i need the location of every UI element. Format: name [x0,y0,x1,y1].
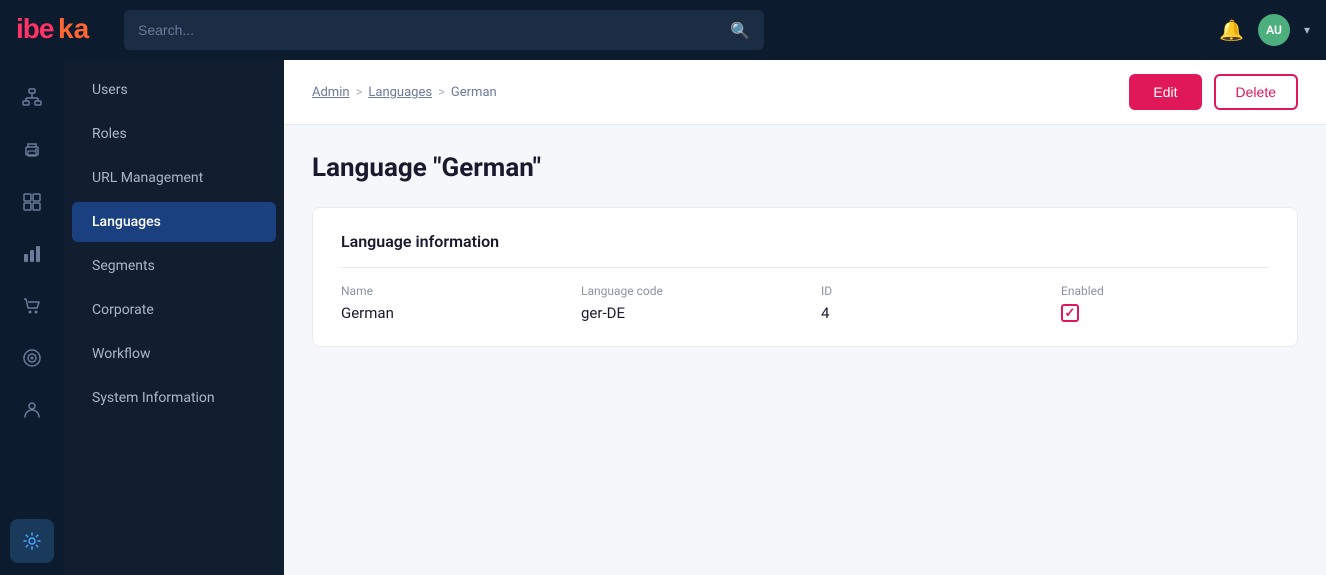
search-icon: 🔍 [730,21,750,40]
search-bar[interactable]: 🔍 [124,10,764,50]
code-value: ger-DE [581,304,781,322]
checkmark-icon: ✓ [1065,306,1076,321]
nav-item-system-information[interactable]: System Information [72,378,276,418]
chevron-down-icon[interactable]: ▾ [1304,23,1310,37]
info-field-name: Name German [341,284,541,322]
avatar[interactable]: AU [1258,14,1290,46]
sidebar-icon-target[interactable] [10,336,54,380]
content-header: Admin > Languages > German Edit Delete [284,60,1326,125]
sidebar-icon-org-chart[interactable] [10,76,54,120]
id-label: ID [821,284,1021,298]
icon-sidebar [0,60,64,575]
logo: ibe ka [16,14,96,46]
info-field-code: Language code ger-DE [581,284,781,322]
language-info-card: Language information Name German Languag… [312,207,1298,347]
id-value: 4 [821,304,1021,322]
sidebar-icon-settings[interactable] [10,519,54,563]
sidebar-icon-printer[interactable] [10,128,54,172]
nav-item-users[interactable]: Users [72,70,276,110]
nav-item-roles[interactable]: Roles [72,114,276,154]
breadcrumb: Admin > Languages > German [312,85,497,100]
breadcrumb-sep-1: > [356,85,363,100]
svg-text:ibe: ibe [16,14,54,44]
name-value: German [341,304,541,322]
breadcrumb-languages[interactable]: Languages [368,85,432,100]
sidebar-icon-chart[interactable] [10,232,54,276]
code-label: Language code [581,284,781,298]
info-field-enabled: Enabled ✓ [1061,284,1261,322]
nav-item-url-management[interactable]: URL Management [72,158,276,198]
breadcrumb-current: German [451,85,497,100]
nav-item-workflow[interactable]: Workflow [72,334,276,374]
sidebar-icon-grid[interactable] [10,180,54,224]
breadcrumb-admin[interactable]: Admin [312,85,350,100]
info-card-title: Language information [341,232,1269,268]
main-layout: Users Roles URL Management Languages Seg… [0,60,1326,575]
info-field-id: ID 4 [821,284,1021,322]
nav-item-corporate[interactable]: Corporate [72,290,276,330]
nav-item-segments[interactable]: Segments [72,246,276,286]
content-area: Admin > Languages > German Edit Delete L… [284,60,1326,575]
enabled-checkbox: ✓ [1061,304,1079,322]
sidebar-icon-cart[interactable] [10,284,54,328]
page-content: Language "German" Language information N… [284,125,1326,375]
info-row: Name German Language code ger-DE ID 4 En… [341,284,1269,322]
search-input[interactable] [138,22,720,38]
icon-sidebar-bottom [10,519,54,563]
enabled-label: Enabled [1061,284,1261,298]
svg-text:ka: ka [58,14,90,44]
bell-icon[interactable]: 🔔 [1219,18,1244,42]
edit-button[interactable]: Edit [1129,74,1201,110]
sidebar-icon-person[interactable] [10,388,54,432]
name-label: Name [341,284,541,298]
top-header: ibe ka 🔍 🔔 AU ▾ [0,0,1326,60]
header-right: 🔔 AU ▾ [1219,14,1310,46]
page-title: Language "German" [312,153,1298,183]
nav-sidebar: Users Roles URL Management Languages Seg… [64,60,284,575]
delete-button[interactable]: Delete [1214,74,1298,110]
header-actions: Edit Delete [1129,74,1298,110]
breadcrumb-sep-2: > [438,85,445,100]
nav-item-languages[interactable]: Languages [72,202,276,242]
